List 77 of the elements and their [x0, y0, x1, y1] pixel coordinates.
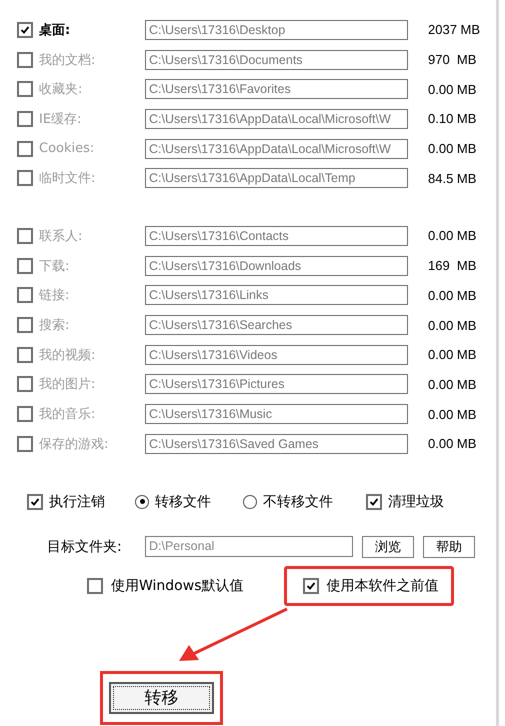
check-icon	[20, 24, 30, 35]
folder-label: IE缓存:	[39, 110, 82, 128]
option-label: 使用本软件之前值	[326, 576, 438, 595]
path-field[interactable]: C:\Users\17316\Searches	[145, 315, 408, 336]
checkbox[interactable]	[17, 140, 33, 157]
checkbox[interactable]	[27, 494, 43, 510]
option-label: 使用Windows默认值	[111, 576, 244, 595]
check-icon	[30, 496, 40, 507]
radio-button[interactable]	[135, 494, 149, 509]
folder-label: 我的图片:	[39, 376, 96, 394]
option-label: 清理垃圾	[388, 492, 444, 511]
folder-label: 链接:	[39, 287, 70, 304]
folder-label: 下载:	[39, 258, 70, 275]
checkbox[interactable]	[17, 287, 33, 304]
folder-size: 0.00 MB	[428, 141, 476, 156]
folder-size: 2037 MB	[428, 22, 480, 38]
folder-label: 收藏夹:	[39, 81, 84, 98]
folder-size: 169 MB	[428, 258, 476, 274]
checkbox[interactable]	[17, 22, 33, 38]
checkbox[interactable]	[366, 494, 382, 510]
checkbox[interactable]	[17, 81, 33, 98]
path-field[interactable]: C:\Users\17316\Downloads	[145, 256, 408, 276]
folder-label: 联系人:	[39, 228, 84, 245]
folder-label: 临时文件:	[39, 170, 96, 188]
option-label: 不转移文件	[263, 492, 333, 511]
path-field[interactable]: C:\Users\17316\Pictures	[145, 374, 408, 394]
path-field[interactable]: C:\Users\17316\Contacts	[145, 226, 408, 246]
path-field[interactable]: C:\Users\17316\Saved Games	[145, 434, 408, 454]
checkbox[interactable]	[87, 578, 103, 594]
checkbox[interactable]	[17, 52, 33, 68]
target-field[interactable]: D:\Personal	[145, 536, 353, 558]
checkbox[interactable]	[17, 317, 33, 334]
path-field[interactable]: C:\Users\17316\Videos	[145, 344, 408, 365]
checkbox[interactable]	[17, 406, 33, 422]
option-label: 转移文件	[155, 492, 211, 511]
checkbox[interactable]	[17, 436, 33, 452]
check-icon	[306, 580, 316, 591]
folder-label: 我的音乐:	[39, 406, 96, 424]
dialog-button[interactable]: 帮助	[423, 536, 475, 558]
folder-size: 0.00 MB	[428, 288, 476, 303]
folder-label: 搜索:	[39, 317, 70, 334]
folder-size: 0.00 MB	[428, 318, 476, 333]
folder-size: 84.5 MB	[428, 170, 476, 186]
check-icon	[369, 496, 379, 507]
path-field[interactable]: C:\Users\17316\Music	[145, 404, 408, 424]
folder-size: 970 MB	[428, 52, 476, 68]
checkbox[interactable]	[17, 376, 33, 392]
path-field[interactable]: C:\Users\17316\AppData\Local\Microsoft\W	[145, 138, 408, 159]
checkbox[interactable]	[17, 110, 33, 127]
target-label: 目标文件夹:	[47, 538, 123, 556]
folder-label: 桌面:	[39, 22, 72, 39]
folder-size: 0.10 MB	[428, 111, 476, 126]
checkbox[interactable]	[17, 258, 33, 274]
path-field[interactable]: C:\Users\17316\Documents	[145, 50, 408, 70]
folder-label: Cookies:	[39, 141, 96, 156]
checkbox[interactable]	[17, 346, 33, 363]
path-field[interactable]: C:\Users\17316\Links	[145, 285, 408, 306]
path-field[interactable]: C:\Users\17316\AppData\Local\Temp	[145, 168, 408, 188]
radio-button[interactable]	[243, 494, 257, 509]
checkbox[interactable]	[17, 170, 33, 186]
folder-size: 0.00 MB	[428, 406, 476, 422]
folder-label: 我的文档:	[39, 52, 96, 69]
option-label: 执行注销	[49, 492, 105, 511]
path-field[interactable]: C:\Users\17316\Favorites	[145, 79, 408, 100]
folder-label: 我的视频:	[39, 346, 96, 364]
folder-size: 0.00 MB	[428, 376, 476, 392]
folder-size: 0.00 MB	[428, 82, 476, 97]
folder-size: 0.00 MB	[428, 436, 476, 452]
path-field[interactable]: C:\Users\17316\Desktop	[145, 20, 408, 40]
checkbox[interactable]	[302, 578, 318, 594]
folder-label: 保存的游戏:	[39, 436, 110, 453]
path-field[interactable]: C:\Users\17316\AppData\Local\Microsoft\W	[145, 108, 408, 129]
folder-size: 0.00 MB	[428, 347, 476, 362]
folder-size: 0.00 MB	[428, 228, 476, 244]
dialog-button[interactable]: 浏览	[362, 536, 414, 558]
move-button[interactable]: 转移	[109, 682, 214, 714]
checkbox[interactable]	[17, 228, 33, 244]
